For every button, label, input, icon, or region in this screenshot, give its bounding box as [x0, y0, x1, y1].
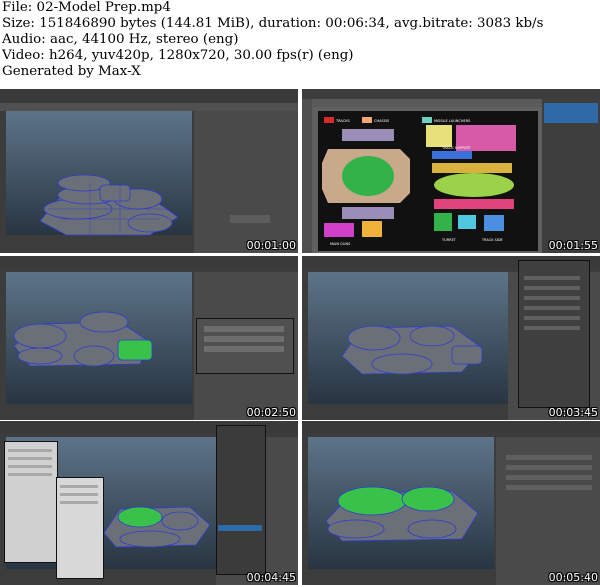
thumbnail-3[interactable]: 00:02:50 — [0, 256, 298, 420]
tank-model-icon — [341, 276, 580, 375]
file-size-line: Size: 151846890 bytes (144.81 MiB), dura… — [2, 16, 544, 31]
thumbnail-6[interactable]: 00:05:40 — [302, 421, 600, 585]
thumbnail-2[interactable]: TRACKS CHASSIS MISSILE LAUNCHERS TRACK S… — [302, 89, 600, 253]
file-name: File: 02-Model Prep.mp4 — [2, 0, 171, 15]
timestamp: 00:01:00 — [246, 239, 296, 252]
timestamp: 00:02:50 — [246, 406, 296, 419]
generated-line: Generated by Max-X — [2, 64, 141, 79]
tank-model-icon — [39, 174, 270, 236]
timestamp: 00:05:40 — [548, 571, 598, 584]
timestamp: 00:03:45 — [548, 406, 598, 419]
tank-model-icon — [13, 311, 284, 367]
thumbnail-4[interactable]: 00:03:45 — [302, 256, 600, 420]
uv-label-tracks: TRACKS — [335, 119, 350, 123]
uv-label-chassis: CHASSIS — [374, 119, 390, 123]
tank-model-icon — [325, 455, 592, 542]
thumbnail-5[interactable]: 00:04:45 — [0, 421, 298, 585]
uv-label-track-support: TRACK SUPPORT — [441, 146, 472, 150]
timestamp: 00:01:55 — [548, 239, 598, 252]
uv-texture-map: TRACKS CHASSIS MISSILE LAUNCHERS TRACK S… — [322, 117, 516, 246]
file-info: File: 02-Model Prep.mp4 Size: 151846890 … — [2, 0, 598, 80]
uv-label-main-guns: MAIN GUNS — [330, 242, 351, 246]
video-line: Video: h264, yuv420p, 1280x720, 30.00 fp… — [2, 48, 354, 63]
timestamp: 00:04:45 — [246, 571, 296, 584]
tank-model-icon — [8, 449, 262, 548]
audio-line: Audio: aac, 44100 Hz, stereo (eng) — [2, 32, 239, 47]
uv-label-track-side: TRACK SIDE — [481, 238, 503, 242]
uv-label-missile-launchers: MISSILE LAUNCHERS — [434, 119, 471, 123]
thumbnail-1[interactable]: 00:01:00 — [0, 89, 298, 253]
uv-label-turret: TURRET — [441, 238, 457, 242]
